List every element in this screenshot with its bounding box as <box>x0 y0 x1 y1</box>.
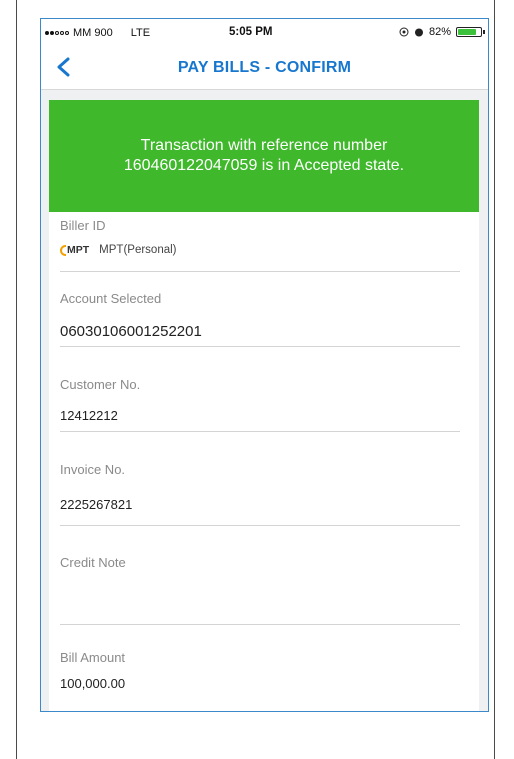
success-banner: Transaction with reference number 160460… <box>49 100 479 212</box>
divider <box>60 271 460 272</box>
banner-line-1: Transaction with reference number <box>140 137 388 154</box>
banner-line-2: 160460122047059 is in Accepted state. <box>123 157 405 174</box>
confirmation-card: Transaction with reference number 160460… <box>49 100 479 711</box>
battery-percent: 82% <box>428 26 451 38</box>
customer-value: 12412212 <box>60 408 118 423</box>
customer-field: Customer No. 12412212 <box>60 377 468 423</box>
account-field: Account Selected 06030106001252201 <box>60 291 468 340</box>
divider <box>60 346 460 347</box>
alarm-icon <box>414 28 423 37</box>
account-label: Account Selected <box>60 291 162 306</box>
invoice-value: 2225267821 <box>60 497 133 512</box>
carrier-name: MM 900 <box>73 27 113 39</box>
bill-amount-value: 100,000.00 <box>60 676 126 691</box>
biller-value-row: MPT MPT(Personal) <box>60 244 468 256</box>
biller-label: Biller ID <box>60 218 106 233</box>
content-area[interactable]: Transaction with reference number 160460… <box>41 90 488 711</box>
biller-value: MPT(Personal) <box>99 244 177 256</box>
mpt-logo: MPT <box>60 244 89 256</box>
status-bar: MM 900 LTE 5:05 PM 82% <box>41 19 488 45</box>
invoice-field: Invoice No. 2225267821 <box>60 462 468 512</box>
battery-icon <box>456 27 485 37</box>
bill-amount-label: Bill Amount <box>60 650 126 665</box>
status-time: 5:05 PM <box>229 26 273 38</box>
credit-note-label: Credit Note <box>60 555 126 570</box>
status-right: 82% <box>399 26 485 38</box>
battery-level <box>458 29 477 35</box>
account-value: 06030106001252201 <box>60 323 202 340</box>
bill-amount-field: Bill Amount 100,000.00 <box>60 650 468 691</box>
phone-screen: MM 900 LTE 5:05 PM 82% PAY BILLS - CONFI… <box>40 18 489 712</box>
navigation-bar: PAY BILLS - CONFIRM <box>41 45 488 90</box>
mpt-logo-text: MPT <box>67 244 90 256</box>
status-left: MM 900 LTE <box>45 27 150 39</box>
signal-strength-icon <box>45 31 69 35</box>
divider <box>60 525 460 526</box>
divider <box>60 624 460 625</box>
invoice-label: Invoice No. <box>60 462 126 477</box>
biller-field: Biller ID MPT MPT(Personal) <box>60 218 468 256</box>
page-title: PAY BILLS - CONFIRM <box>177 59 352 76</box>
credit-note-value <box>60 586 468 601</box>
customer-label: Customer No. <box>60 377 141 392</box>
mpt-logo-mark <box>60 244 66 256</box>
divider <box>60 431 460 432</box>
credit-note-field: Credit Note <box>60 555 468 601</box>
location-icon <box>399 27 409 37</box>
network-type: LTE <box>130 27 151 39</box>
